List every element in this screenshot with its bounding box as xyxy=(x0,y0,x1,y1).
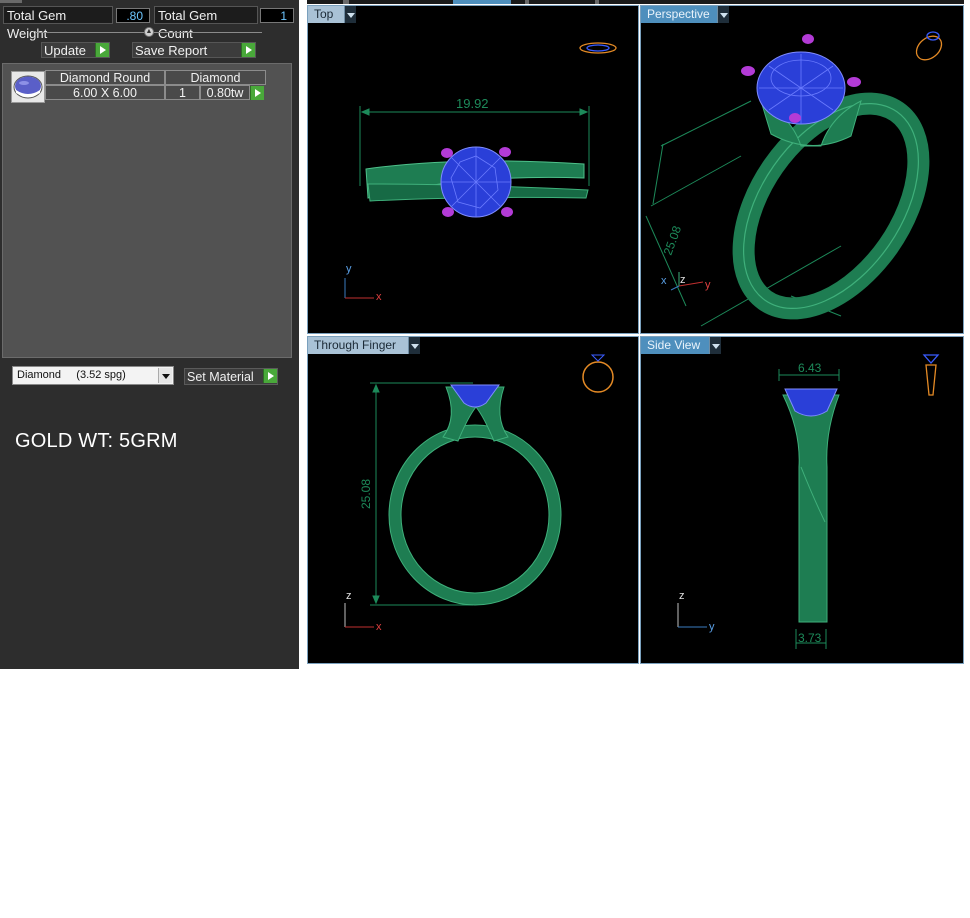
perspective-view-canvas: 25.08 x z y xyxy=(645,31,946,327)
save-report-button-label: Save Report xyxy=(135,43,208,58)
gem-row-go-button[interactable] xyxy=(250,86,264,100)
tab-active[interactable] xyxy=(453,0,511,4)
axis-x-label: x xyxy=(376,621,382,633)
side-view-canvas: 6.43 3.73 z y xyxy=(677,354,940,649)
gold-weight-note: GOLD WT: 5GRM xyxy=(15,430,178,452)
viewport-tab-strip xyxy=(307,0,964,4)
collapse-handle-icon[interactable]: ▲ xyxy=(144,27,154,37)
gem-count-cell[interactable]: 1 xyxy=(165,85,200,100)
viewport-top-label[interactable]: Top xyxy=(308,6,346,23)
view-cube-top-icon[interactable] xyxy=(579,42,617,54)
axis-z-label: z xyxy=(346,590,352,602)
height-dimension-label: 25.08 xyxy=(359,479,373,509)
tab-edge xyxy=(525,0,529,4)
viewport-top-dropdown-icon[interactable] xyxy=(344,6,356,23)
view-cube-perspective-icon[interactable] xyxy=(912,31,946,64)
viewport-perspective-dropdown-icon[interactable] xyxy=(717,6,729,23)
axis-x-label: x xyxy=(376,291,382,303)
diamond-facets xyxy=(441,147,511,217)
axis-z-label: z xyxy=(680,274,686,286)
axis-y-label: y xyxy=(346,263,352,275)
bottom-width-dimension-label: 3.73 xyxy=(798,631,822,645)
total-gem-weight-label: Total Gem Weight xyxy=(3,6,113,41)
viewport-through-finger-label[interactable]: Through Finger xyxy=(308,337,410,354)
viewport-through-finger[interactable]: 25.08 z x Through Finger xyxy=(307,336,639,664)
view-cube-finger-icon[interactable] xyxy=(582,354,614,393)
play-arrow-icon xyxy=(263,369,277,383)
total-gem-count-value: 1 xyxy=(260,8,294,23)
play-arrow-icon xyxy=(241,43,255,57)
play-arrow-icon xyxy=(95,43,109,57)
viewport-perspective[interactable]: 25.08 x z y Perspective xyxy=(640,5,964,334)
viewport-through-finger-dropdown-icon[interactable] xyxy=(408,337,420,354)
top-view-canvas: 19.92 y x xyxy=(344,42,617,303)
axis-x-label: y xyxy=(705,279,711,291)
width-dimension-label: 19.92 xyxy=(456,96,489,111)
viewport-perspective-label[interactable]: Perspective xyxy=(641,6,719,23)
axis-y-label: x xyxy=(661,275,667,287)
chevron-down-icon[interactable] xyxy=(158,368,172,383)
view-cube-side-icon[interactable] xyxy=(922,354,940,396)
perspective-dimension-label: 25.08 xyxy=(661,224,685,257)
gem-list: Diamond Round Diamond 6.00 X 6.00 1 0.80… xyxy=(2,63,292,358)
top-width-dimension-label: 6.43 xyxy=(798,361,822,375)
material-select-value: Diamond (3.52 spg) xyxy=(17,369,126,381)
gem-size-cell[interactable]: 6.00 X 6.00 xyxy=(45,85,165,100)
viewport-top[interactable]: 19.92 y x Top xyxy=(307,5,639,334)
diamond-round-thumbnail-icon[interactable] xyxy=(11,71,45,103)
panel-grip xyxy=(0,0,22,3)
save-report-button[interactable]: Save Report xyxy=(132,42,256,58)
update-button-label: Update xyxy=(44,43,86,58)
tab-edge xyxy=(343,0,349,4)
gem-name-cell[interactable]: Diamond Round xyxy=(45,70,165,85)
axis-gizmo xyxy=(677,603,707,628)
gem-type-cell[interactable]: Diamond xyxy=(165,70,266,85)
total-gem-weight-value: .80 xyxy=(116,8,150,23)
ring-band xyxy=(389,425,561,605)
axis-gizmo xyxy=(344,278,374,299)
set-material-button[interactable]: Set Material xyxy=(184,368,278,385)
material-select[interactable]: Diamond (3.52 spg) xyxy=(12,366,174,385)
set-material-button-label: Set Material xyxy=(187,370,254,384)
viewport-side[interactable]: 6.43 3.73 z y Side View xyxy=(640,336,964,664)
through-finger-view-canvas: 25.08 z x xyxy=(344,354,614,633)
viewport-side-label[interactable]: Side View xyxy=(641,337,711,354)
tab-edge xyxy=(595,0,599,4)
gem-report-panel: Total Gem Weight .80 Total Gem Count 1 ▲… xyxy=(0,0,299,669)
axis-gizmo xyxy=(670,272,704,291)
gem-weight-cell[interactable]: 0.80tw xyxy=(200,85,250,100)
axis-gizmo xyxy=(344,603,374,628)
ring-band-inner-edge xyxy=(400,436,550,594)
viewport-side-dropdown-icon[interactable] xyxy=(709,337,721,354)
update-button[interactable]: Update xyxy=(41,42,110,58)
axis-z-label: z xyxy=(679,590,685,602)
axis-y-label: y xyxy=(709,621,715,633)
ring-shank xyxy=(782,394,840,623)
total-gem-count-label: Total Gem Count xyxy=(154,6,258,41)
